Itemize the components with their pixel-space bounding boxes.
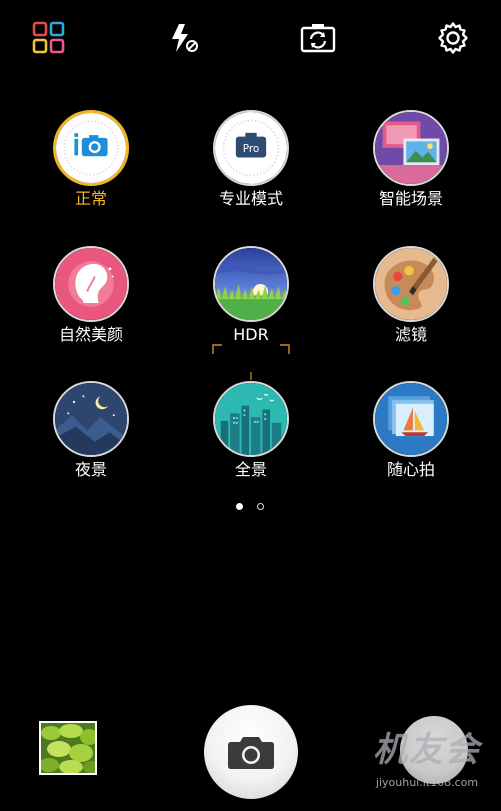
watermark: 机友会 jiyouhui.it168.com: [362, 730, 492, 810]
mode-normal[interactable]: 正常: [31, 110, 151, 220]
pro-icon: Pro: [213, 110, 289, 186]
page-dot[interactable]: [257, 503, 264, 510]
free-shot-icon: [373, 381, 449, 457]
camera-normal-icon: [53, 110, 129, 186]
mode-label: 滤镜: [394, 325, 427, 344]
night-icon: [53, 381, 129, 457]
mode-grid: 正常 Pro 专业模式 智能场景 自然美颜 HDR 滤镜 夜景 全景 随心拍: [0, 0, 501, 500]
page-dot-active[interactable]: [236, 503, 243, 510]
mode-night[interactable]: 夜景: [31, 381, 151, 491]
mode-label: 随心拍: [386, 460, 435, 479]
mode-hdr[interactable]: HDR: [191, 246, 311, 356]
smart-scene-icon: [373, 110, 449, 186]
focus-frame: [212, 344, 290, 380]
panorama-icon: [213, 381, 289, 457]
pro-badge: Pro: [243, 143, 260, 155]
beauty-icon: [53, 246, 129, 322]
mode-pro[interactable]: Pro 专业模式: [191, 110, 311, 220]
mode-filter[interactable]: 滤镜: [351, 246, 471, 356]
mode-smart-scene[interactable]: 智能场景: [351, 110, 471, 220]
filter-palette-icon: [373, 246, 449, 322]
mode-beauty[interactable]: 自然美颜: [31, 246, 151, 356]
gallery-thumbnail[interactable]: [39, 721, 97, 775]
mode-label: 自然美颜: [58, 325, 123, 344]
camera-icon: [228, 737, 274, 769]
hdr-icon: [213, 246, 289, 322]
mode-label: 专业模式: [218, 189, 283, 208]
mode-label: 夜景: [74, 460, 107, 479]
watermark-title: 机友会: [373, 730, 481, 770]
mode-panorama[interactable]: 全景: [191, 381, 311, 491]
watermark-url: jiyouhui.it168.com: [375, 776, 479, 789]
mode-label: 智能场景: [378, 189, 443, 208]
mode-label: 正常: [74, 189, 107, 208]
mode-label: HDR: [233, 325, 269, 344]
shutter-button[interactable]: [204, 705, 298, 799]
mode-free-shot[interactable]: 随心拍: [351, 381, 471, 491]
mode-label: 全景: [234, 460, 267, 479]
page-indicator: [0, 500, 501, 514]
bottom-bar: 机友会 jiyouhui.it168.com: [0, 690, 501, 811]
